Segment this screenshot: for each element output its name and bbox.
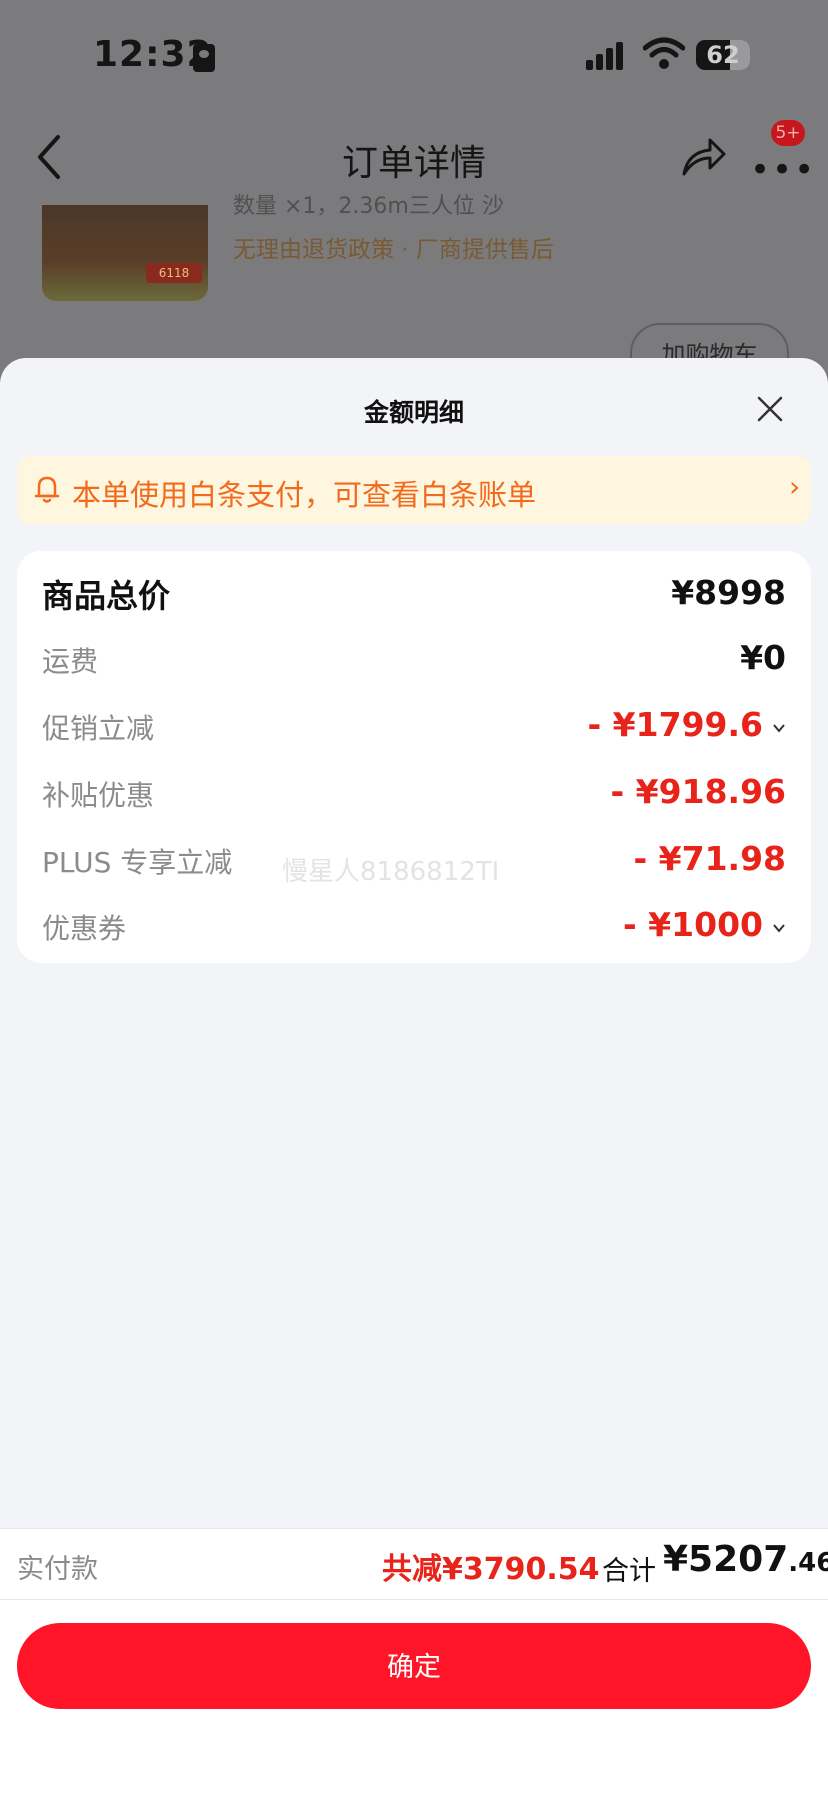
total-amount-cents: .46 <box>788 1548 828 1578</box>
row-label: 商品总价 <box>42 577 171 615</box>
row-value: - ¥1799.6 <box>587 705 764 744</box>
row-value: - ¥71.98 <box>633 839 786 878</box>
row-value: - ¥918.96 <box>610 772 787 811</box>
row-label: 补贴优惠 <box>42 779 155 812</box>
row-value: ¥0 <box>740 638 786 677</box>
wifi-icon <box>643 37 685 69</box>
chevron-right-icon: › <box>789 470 801 503</box>
row-shipping: 运费 ¥0 <box>17 630 811 686</box>
sheet-title: 金额明细 <box>363 398 464 427</box>
thumbnail-price-tag: 6118 <box>146 263 202 283</box>
row-value: - ¥1000 <box>623 905 763 944</box>
watermark: 慢星人8186812TI <box>282 857 500 887</box>
battery-icon: 62 <box>696 40 750 70</box>
row-subsidy: 补贴优惠 - ¥918.96 <box>17 764 811 820</box>
amount-detail-sheet: 金额明细 本单使用白条支付，可查看白条账单 › 商品总价 ¥8998 运费 ¥0… <box>0 358 828 1795</box>
total-label: 合计 <box>602 1556 656 1587</box>
total-saving: 共减¥3790.54 <box>382 1552 600 1587</box>
row-value: ¥8998 <box>671 573 786 612</box>
row-goods-total: 商品总价 ¥8998 <box>17 565 811 621</box>
more-icon[interactable]: ••• <box>750 150 816 190</box>
row-coupon[interactable]: 优惠券 - ¥1000 <box>17 897 811 953</box>
price-breakdown-card: 商品总价 ¥8998 运费 ¥0 促销立减 - ¥1799.6 补贴优惠 - ¥… <box>17 551 811 963</box>
pay-label: 实付款 <box>17 1554 98 1585</box>
product-meta: 数量 ×1，2.36m三人位 沙 <box>233 194 504 219</box>
id-card-icon <box>193 44 215 72</box>
notice-text: 本单使用白条支付，可查看白条账单 <box>72 478 537 512</box>
row-label: 优惠券 <box>42 912 127 945</box>
chevron-down-icon <box>773 724 785 733</box>
row-label: PLUS 专享立减 <box>42 846 233 879</box>
total-amount: ¥5207.46 <box>663 1539 828 1580</box>
product-thumbnail: 6118 <box>42 205 208 301</box>
row-label: 促销立减 <box>42 712 155 745</box>
total-amount-main: ¥5207 <box>663 1539 789 1580</box>
chevron-down-icon <box>773 924 785 933</box>
product-policy: 无理由退货政策 · 厂商提供售后 <box>233 237 554 263</box>
confirm-button[interactable]: 确定 <box>17 1623 811 1709</box>
notification-badge: 5+ <box>771 120 805 146</box>
payment-summary: 实付款 共减¥3790.54 合计 ¥5207.46 <box>0 1529 828 1600</box>
row-label: 运费 <box>42 645 99 678</box>
battery-level: 62 <box>706 41 740 69</box>
signal-icon <box>586 40 630 70</box>
close-icon[interactable] <box>756 395 784 423</box>
share-icon[interactable] <box>680 134 728 178</box>
status-bar: 12:32 62 <box>0 0 828 100</box>
row-promotion[interactable]: 促销立减 - ¥1799.6 <box>17 697 811 753</box>
bell-icon <box>34 476 60 503</box>
footer-bar: 实付款 共减¥3790.54 合计 ¥5207.46 确定 <box>0 1528 828 1795</box>
baitiao-notice[interactable]: 本单使用白条支付，可查看白条账单 › <box>17 456 811 524</box>
